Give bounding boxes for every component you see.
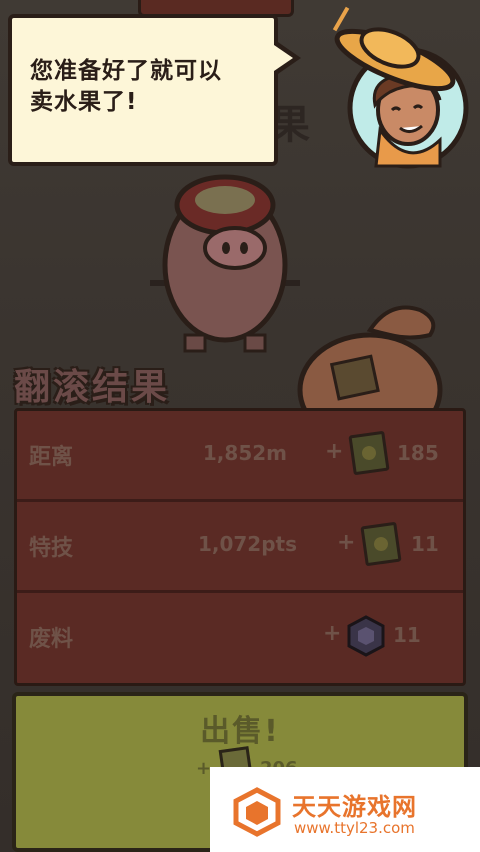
- bird-character: [297, 305, 443, 410]
- row-label: 特技: [29, 536, 74, 561]
- dialog-tail-fill: [274, 45, 293, 71]
- results-title: 翻滚结果: [14, 367, 171, 408]
- row-reward: 11: [393, 623, 421, 647]
- hex-scrap-icon: [347, 615, 385, 657]
- row-label: 废料: [29, 627, 74, 652]
- result-row-tricks: 特技 1,072pts + 11: [17, 502, 463, 593]
- row-plus: +: [325, 439, 344, 464]
- pig-character: [150, 174, 300, 353]
- row-value: 1,072pts: [197, 532, 297, 556]
- row-reward: 185: [397, 441, 439, 465]
- row-plus: +: [323, 621, 342, 646]
- dialog-bubble[interactable]: 您准备好了就可以 卖水果了!: [8, 14, 278, 166]
- watermark-url: www.ttyl23.com: [294, 819, 415, 837]
- row-label: 距离: [29, 445, 74, 470]
- watermark-logo-icon: [233, 787, 281, 837]
- sell-plus: +: [196, 758, 212, 779]
- sell-button-label: 出售!: [200, 714, 280, 749]
- result-row-scrap: 废料 + 11: [17, 593, 463, 681]
- result-row-distance: 距离 1,852m + 185: [17, 411, 463, 502]
- coin-card-icon: [360, 521, 402, 567]
- row-reward: 11: [411, 532, 439, 556]
- dialog-line-2: 卖水果了!: [30, 89, 138, 115]
- watermark-title: 天天游戏网: [292, 793, 417, 821]
- results-panel: 距离 1,852m + 185 特技 1,072pts + 11 废料 + 11: [14, 408, 466, 686]
- dialog-line-1: 您准备好了就可以: [30, 58, 222, 84]
- site-watermark: 天天游戏网 www.ttyl23.com: [210, 767, 480, 852]
- row-value: 1,852m: [202, 441, 287, 465]
- row-plus: +: [337, 530, 356, 555]
- coin-card-icon: [348, 430, 390, 476]
- farmer-avatar: [334, 27, 469, 169]
